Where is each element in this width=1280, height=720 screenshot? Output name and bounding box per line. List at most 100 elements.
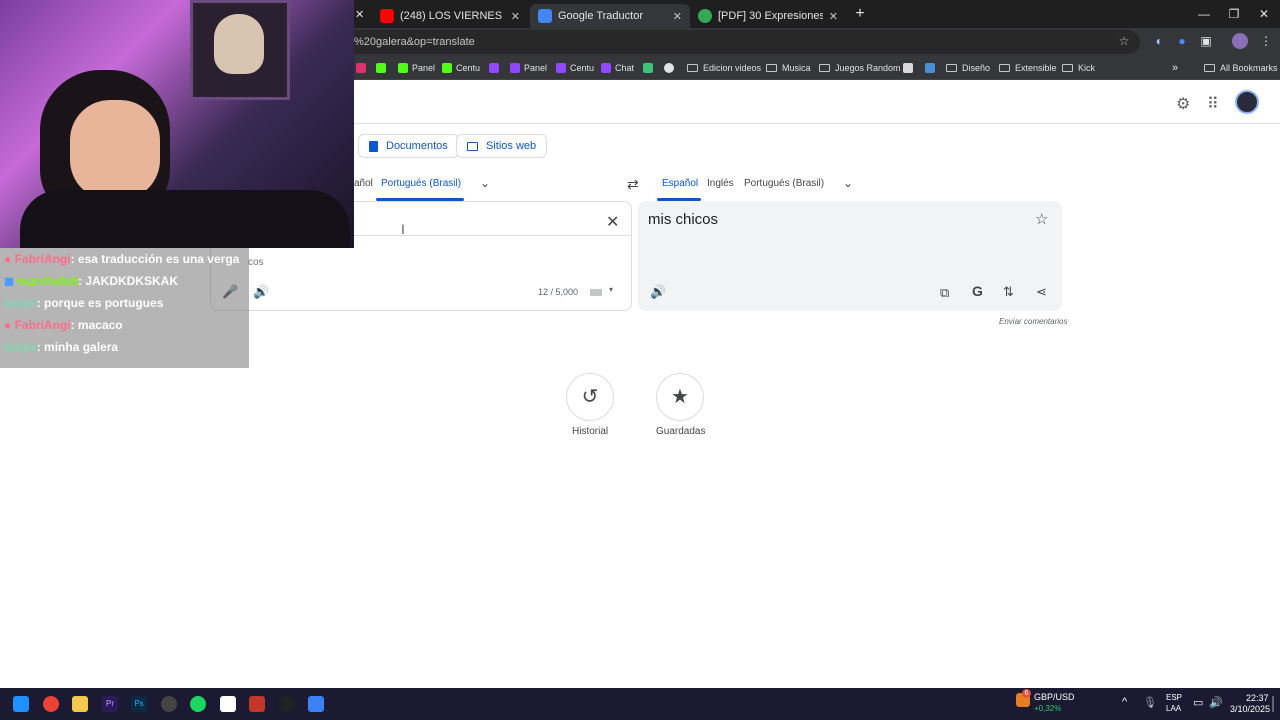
windows-start-icon[interactable] bbox=[13, 696, 29, 712]
app-icon[interactable] bbox=[308, 696, 324, 712]
extension-icon[interactable]: ◖ bbox=[1150, 33, 1166, 49]
notion-icon[interactable] bbox=[220, 696, 236, 712]
close-icon[interactable]: ✕ bbox=[355, 8, 364, 21]
chevron-down-icon[interactable]: ⌄ bbox=[480, 176, 490, 190]
bookmark-icon[interactable] bbox=[664, 60, 678, 76]
bookmark-folder-extensible[interactable]: Extensible bbox=[999, 60, 1057, 76]
file-explorer-icon[interactable] bbox=[72, 696, 88, 712]
saved-label[interactable]: Guardadas bbox=[656, 426, 705, 437]
minimize-button[interactable]: — bbox=[1188, 0, 1220, 28]
speaker-icon[interactable]: 🔊 bbox=[253, 284, 269, 300]
bookmark-centu-2[interactable]: Centu bbox=[556, 60, 594, 76]
documents-chip[interactable]: Documentos bbox=[358, 134, 459, 158]
url-text[interactable]: %20galera&op=translate bbox=[354, 36, 475, 48]
target-lang-portuguese[interactable]: Portugués (Brasil) bbox=[744, 178, 824, 189]
spotify-icon[interactable] bbox=[190, 696, 206, 712]
all-bookmarks[interactable]: All Bookmarks bbox=[1204, 60, 1278, 76]
translate-icon bbox=[538, 9, 552, 23]
close-window-button[interactable]: ✕ bbox=[1248, 0, 1280, 28]
profile-avatar[interactable] bbox=[1232, 33, 1248, 49]
close-icon[interactable]: ✕ bbox=[829, 10, 838, 23]
chevron-down-icon[interactable]: ▾ bbox=[609, 285, 613, 294]
puzzle-icon[interactable]: ▣ bbox=[1198, 33, 1214, 49]
new-tab-button[interactable]: + bbox=[850, 4, 870, 24]
settings-icon[interactable]: ⚙ bbox=[1176, 94, 1190, 114]
keyboard-icon[interactable] bbox=[590, 289, 602, 296]
source-lang-spanish[interactable]: añol bbox=[354, 178, 373, 189]
folder-icon bbox=[766, 64, 777, 72]
websites-chip[interactable]: Sitios web bbox=[456, 134, 548, 158]
photoshop-icon[interactable]: Ps bbox=[131, 696, 147, 712]
network-icon[interactable]: ▭ bbox=[1193, 696, 1203, 709]
kick-icon bbox=[442, 63, 452, 73]
target-lang-spanish[interactable]: Español bbox=[662, 178, 698, 189]
send-feedback-link[interactable]: Enviar comentarios bbox=[999, 317, 1067, 326]
bookmark-centu[interactable]: Centu bbox=[442, 60, 480, 76]
account-avatar[interactable] bbox=[1235, 90, 1259, 114]
extension-icon[interactable]: ● bbox=[1174, 33, 1190, 49]
input-language[interactable]: ESP bbox=[1166, 693, 1182, 702]
history-icon[interactable]: ↺ bbox=[566, 373, 614, 421]
ticker-label[interactable]: GBP/USD bbox=[1034, 692, 1075, 702]
chevron-down-icon[interactable]: ⌄ bbox=[843, 176, 853, 190]
microphone-icon[interactable]: 🎙 bbox=[1143, 696, 1157, 709]
bookmark-panel-2[interactable]: Panel bbox=[510, 60, 547, 76]
kick-icon bbox=[376, 63, 386, 73]
webcam-overlay bbox=[0, 0, 354, 248]
bookmark-chat[interactable]: Chat bbox=[601, 60, 634, 76]
source-lang-portuguese[interactable]: Portugués (Brasil) bbox=[381, 178, 461, 189]
premiere-icon[interactable]: Pr bbox=[102, 696, 118, 712]
copy-icon[interactable]: ⧉ bbox=[940, 285, 949, 301]
chevron-up-icon[interactable]: ^ bbox=[1122, 696, 1127, 708]
bookmark-twitch[interactable] bbox=[489, 60, 503, 76]
clock-date[interactable]: 3/10/2025 bbox=[1230, 704, 1270, 714]
tab-google-traductor[interactable]: Google Traductor ✕ bbox=[530, 4, 690, 28]
bookmark-panel[interactable]: Panel bbox=[398, 60, 435, 76]
bookmark-folder-edicion[interactable]: Edicion videos bbox=[687, 60, 761, 76]
skull-art bbox=[214, 14, 264, 74]
saved-icon[interactable]: ★ bbox=[656, 373, 704, 421]
target-lang-english[interactable]: Inglés bbox=[707, 178, 734, 189]
speaker-icon[interactable]: 🔊 bbox=[650, 284, 666, 300]
steam-icon[interactable] bbox=[161, 696, 177, 712]
bookmark-kick[interactable] bbox=[376, 60, 390, 76]
feedback-icon[interactable]: ⇅ bbox=[1003, 284, 1014, 300]
chevron-double-icon[interactable]: » bbox=[1172, 60, 1178, 76]
close-icon[interactable]: ✕ bbox=[511, 10, 520, 23]
input-layout[interactable]: LAA bbox=[1166, 704, 1181, 713]
show-desktop-button[interactable] bbox=[1272, 696, 1274, 712]
app-icon[interactable] bbox=[249, 696, 265, 712]
clock-time[interactable]: 22:37 bbox=[1246, 693, 1269, 703]
bookmark-instagram[interactable] bbox=[356, 60, 370, 76]
star-icon[interactable]: ☆ bbox=[1116, 33, 1132, 49]
menu-icon[interactable]: ⋮ bbox=[1258, 33, 1274, 49]
bookmark-folder-kick[interactable]: Kick bbox=[1062, 60, 1095, 76]
bookmark-icon[interactable] bbox=[925, 60, 939, 76]
share-icon[interactable]: ⋖ bbox=[1036, 284, 1047, 300]
volume-icon[interactable]: 🔊 bbox=[1209, 696, 1223, 709]
apps-grid-icon[interactable]: ⠿ bbox=[1207, 94, 1219, 114]
close-icon[interactable]: ✕ bbox=[673, 10, 682, 23]
bookmark-folder-musica[interactable]: Musica bbox=[766, 60, 811, 76]
user-badge-icon: ● bbox=[4, 318, 12, 332]
swap-languages-icon[interactable]: ⇄ bbox=[627, 176, 639, 193]
history-label[interactable]: Historial bbox=[572, 426, 608, 437]
tab-youtube[interactable]: (248) LOS VIERNES DE LA JUNG ✕ bbox=[372, 4, 528, 28]
face bbox=[70, 100, 160, 200]
bookmark-folder-diseno[interactable]: Diseño bbox=[946, 60, 990, 76]
tab-pdf[interactable]: [PDF] 30 Expresiones en Portug ✕ bbox=[690, 4, 846, 28]
star-icon[interactable]: ☆ bbox=[1035, 210, 1048, 228]
bookmark-folder-juegos[interactable]: Juegos Random bbox=[819, 60, 901, 76]
bookmark-icon[interactable] bbox=[903, 60, 917, 76]
bookmark-icon[interactable] bbox=[643, 60, 657, 76]
folder-icon bbox=[819, 64, 830, 72]
restore-button[interactable]: ❐ bbox=[1218, 0, 1250, 28]
alien-icon bbox=[664, 63, 674, 73]
text-cursor-icon: I bbox=[401, 221, 405, 237]
clear-icon[interactable]: ✕ bbox=[606, 212, 619, 232]
folder-icon bbox=[946, 64, 957, 72]
google-icon[interactable]: G bbox=[972, 283, 983, 299]
app-icon bbox=[925, 63, 935, 73]
logitech-icon[interactable] bbox=[279, 696, 295, 712]
chrome-icon[interactable] bbox=[43, 696, 59, 712]
